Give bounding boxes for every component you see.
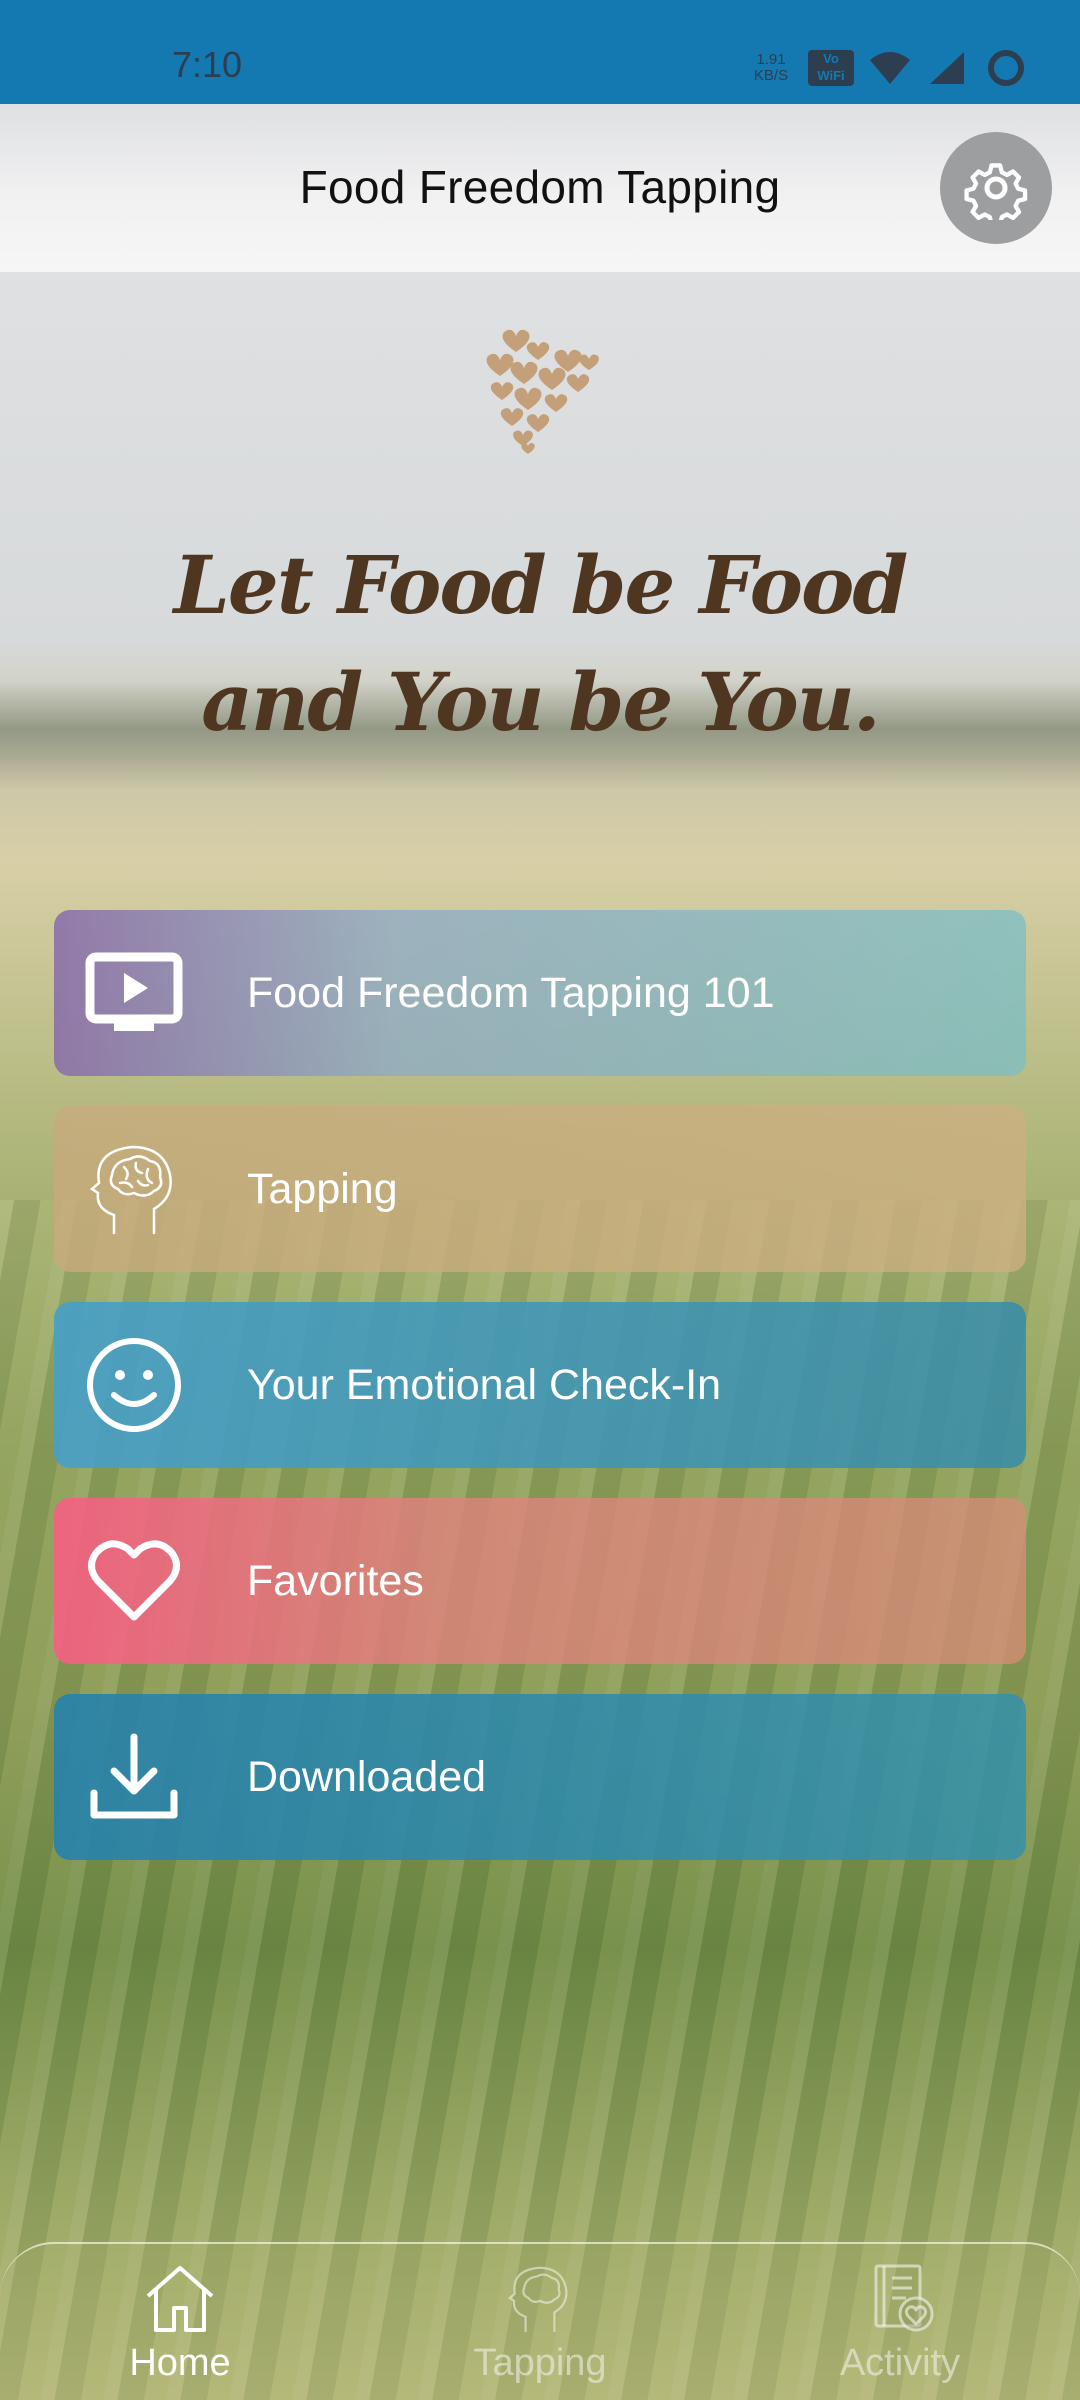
status-time: 7:10 <box>172 44 243 85</box>
nav-home[interactable]: Home <box>60 2262 300 2398</box>
network-speed-value: 1.91 <box>756 51 786 68</box>
network-speed: 1.91 KB/S <box>748 52 794 84</box>
brain-head-icon <box>507 2266 568 2333</box>
brain-head-icon <box>89 1145 172 1235</box>
menu-item-label: Your Emotional Check-In <box>247 1361 722 1409</box>
nav-tapping-label: Tapping <box>473 2342 607 2384</box>
download-icon <box>90 1733 178 1819</box>
menu-item-tapping[interactable]: Tapping <box>54 1106 1026 1272</box>
menu-item-favorites[interactable]: Favorites <box>54 1498 1026 1664</box>
status-icons: 1.91 KB/S Vo WiFi <box>748 40 1028 96</box>
menu-item-tapping-101[interactable]: Food Freedom Tapping 101 <box>54 910 1026 1076</box>
vowifi-icon: Vo WiFi <box>808 50 854 86</box>
network-speed-unit: KB/S <box>753 67 789 84</box>
nav-tapping[interactable]: Tapping <box>420 2262 660 2398</box>
signal-icon <box>930 52 964 84</box>
vowifi-line2: WiFi <box>817 68 845 83</box>
tagline-line-1: Let Food be Food <box>173 538 909 632</box>
battery-icon <box>988 50 1024 86</box>
video-play-icon <box>85 952 183 1031</box>
menu-item-label: Tapping <box>247 1165 398 1213</box>
gear-icon <box>964 163 1028 220</box>
menu-item-label: Favorites <box>247 1557 424 1605</box>
menu-item-label: Downloaded <box>247 1753 487 1801</box>
tagline-line-2: and You be You. <box>201 655 881 749</box>
wifi-icon <box>870 52 910 84</box>
status-bar: 7:10 1.91 KB/S Vo WiFi <box>0 0 1080 104</box>
nav-home-label: Home <box>129 2342 231 2384</box>
smiley-icon <box>87 1338 181 1432</box>
nav-activity[interactable]: Activity <box>780 2262 1020 2398</box>
settings-button[interactable] <box>940 132 1052 244</box>
bottom-navigation: Home Tapping Activity <box>0 2242 1080 2400</box>
heart-logo-icon <box>486 329 599 454</box>
heart-icon <box>88 1540 180 1621</box>
home-icon <box>146 2266 214 2332</box>
menu-item-label: Food Freedom Tapping 101 <box>247 969 775 1017</box>
main-menu: Food Freedom Tapping 101 Tapping Your Em… <box>54 910 1026 1890</box>
journal-heart-icon <box>874 2264 934 2332</box>
menu-item-downloaded[interactable]: Downloaded <box>54 1694 1026 1860</box>
vowifi-line1: Vo <box>823 51 839 66</box>
app-header: Food Freedom Tapping <box>0 104 1080 272</box>
page-title: Food Freedom Tapping <box>299 161 781 213</box>
nav-activity-label: Activity <box>839 2342 961 2384</box>
menu-item-emotional-check-in[interactable]: Your Emotional Check-In <box>54 1302 1026 1468</box>
